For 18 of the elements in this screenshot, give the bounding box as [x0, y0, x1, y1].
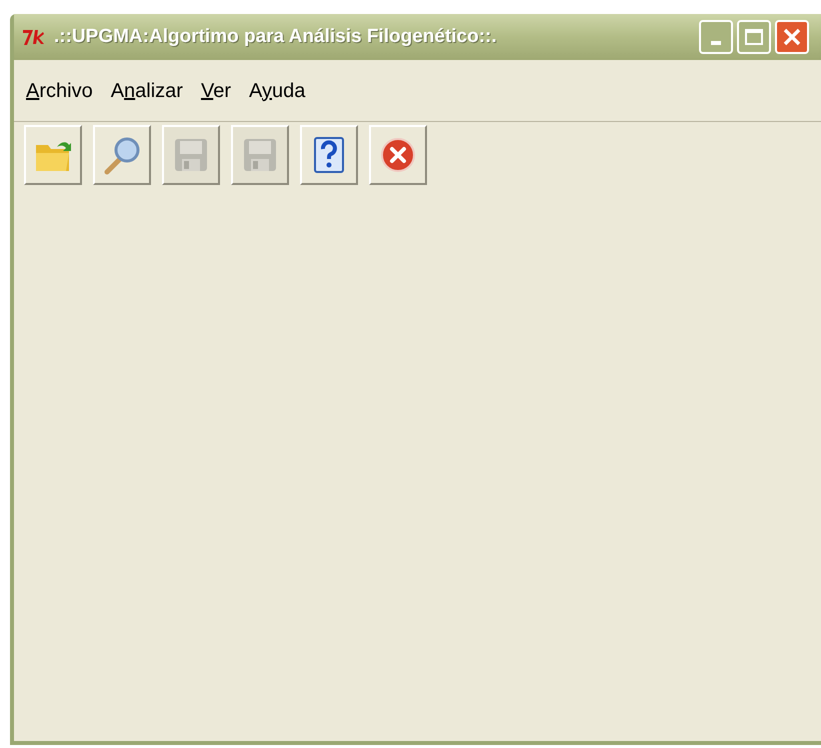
menu-item[interactable]: Analizar — [110, 76, 183, 106]
close-icon — [378, 135, 418, 175]
app-icon — [22, 28, 46, 46]
minimize-icon — [711, 41, 721, 45]
menu-item[interactable]: Ver — [200, 76, 232, 106]
menu-item[interactable]: Ayuda — [249, 76, 306, 106]
minimize-button[interactable] — [699, 20, 733, 54]
toolbar-button[interactable] — [93, 125, 151, 185]
close-icon — [782, 27, 802, 47]
toolbar-button[interactable] — [24, 125, 82, 185]
maximize-button[interactable] — [737, 20, 771, 54]
toolbar-button[interactable] — [369, 125, 427, 185]
toolbar-button[interactable] — [300, 125, 358, 185]
menu-item[interactable]: Archivo — [26, 76, 93, 106]
magnifier-icon — [102, 135, 142, 175]
close-button[interactable] — [775, 20, 809, 54]
window-title: .::UPGMA:Algortimo para Análisis Filogenético::. — [54, 24, 497, 49]
maximize-icon — [745, 29, 763, 45]
